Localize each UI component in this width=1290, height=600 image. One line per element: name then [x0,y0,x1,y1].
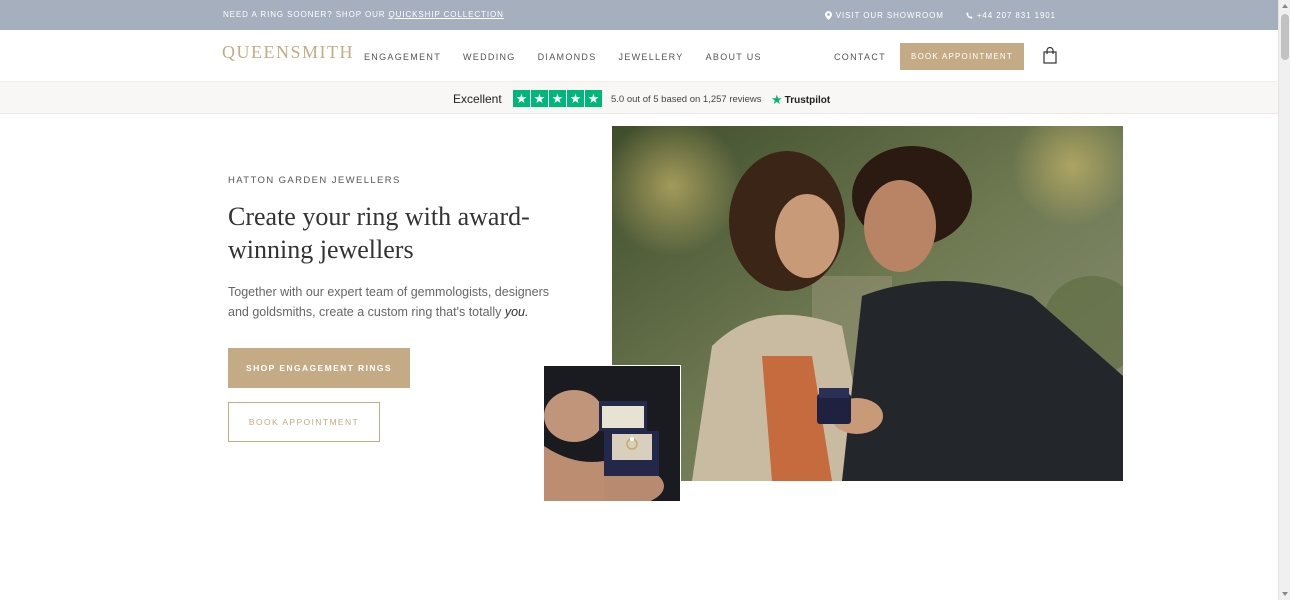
hero-description-emphasis: you. [504,305,529,319]
hero-couple-photo [612,126,1123,481]
nav-contact[interactable]: CONTACT [834,52,886,62]
book-appointment-button[interactable]: BOOK APPOINTMENT [228,402,380,442]
quickship-link[interactable]: QUICKSHIP COLLECTION [389,10,504,19]
location-pin-icon [824,11,832,20]
nav-about-us[interactable]: ABOUT US [706,52,762,62]
star-icon: ★ [549,90,566,107]
trustpilot-stars: ★ ★ ★ ★ ★ [513,90,602,107]
trustpilot-bar[interactable]: Excellent ★ ★ ★ ★ ★ 5.0 out of 5 based o… [0,82,1278,114]
main-navigation: QUEENSMITH ENGAGEMENT WEDDING DIAMONDS J… [0,30,1278,82]
star-icon: ★ [567,90,584,107]
nav-wedding[interactable]: WEDDING [463,52,516,62]
phone-icon [966,12,973,19]
page-scrollbar[interactable] [1278,0,1290,600]
ring-box-illustration [544,366,680,501]
star-icon: ★ [531,90,548,107]
star-icon: ★ [585,90,602,107]
nav-diamonds[interactable]: DIAMONDS [538,52,597,62]
hero-eyebrow: HATTON GARDEN JEWELLERS [228,175,401,186]
nav-engagement[interactable]: ENGAGEMENT [364,52,441,62]
trustpilot-brand: Trustpilot [784,94,831,106]
hero-headline: Create your ring with award-winning jewe… [228,202,530,264]
trust-rating-word: Excellent [453,92,502,106]
promo-prefix: NEED A RING SOONER? SHOP OUR [223,10,389,19]
trust-rating-text: 5.0 out of 5 based on 1,257 reviews [611,94,762,105]
queensmith-logo[interactable]: QUEENSMITH [222,42,354,63]
primary-menu: ENGAGEMENT WEDDING DIAMONDS JEWELLERY AB… [364,52,762,62]
scrollbar-thumb[interactable] [1281,14,1289,60]
promo-text: NEED A RING SOONER? SHOP OUR QUICKSHIP C… [223,10,504,19]
hero-description: Together with our expert team of gemmolo… [228,282,573,322]
star-icon: ★ [513,90,530,107]
book-appointment-button-nav[interactable]: BOOK APPOINTMENT [900,43,1024,70]
showroom-link[interactable]: VISIT OUR SHOWROOM [824,11,944,20]
phone-number: +44 207 831 1901 [976,11,1056,20]
scroll-up-icon[interactable] [1282,4,1288,8]
showroom-label: VISIT OUR SHOWROOM [835,11,944,20]
trustpilot-star-icon: ★ [771,92,783,107]
couple-photo-illustration [612,126,1123,481]
scroll-down-icon[interactable] [1282,592,1288,596]
hero-description-text: Together with our expert team of gemmolo… [228,285,549,319]
ring-box-photo [543,365,681,502]
trustpilot-logo[interactable]: ★ Trustpilot [771,92,830,108]
nav-jewellery[interactable]: JEWELLERY [619,52,684,62]
phone-link[interactable]: +44 207 831 1901 [966,11,1056,20]
announcement-bar: NEED A RING SOONER? SHOP OUR QUICKSHIP C… [0,0,1278,30]
shopping-bag-icon[interactable] [1043,47,1057,64]
shop-engagement-rings-button[interactable]: SHOP ENGAGEMENT RINGS [228,348,410,388]
